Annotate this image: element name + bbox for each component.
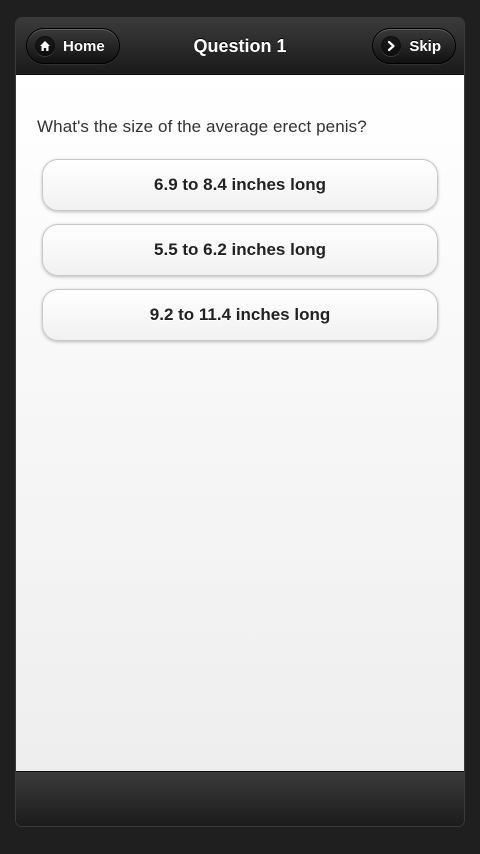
question-text: What's the size of the average erect pen… (37, 117, 367, 136)
answer-button[interactable]: 6.9 to 8.4 inches long (42, 159, 438, 211)
chevron-right-icon (381, 36, 402, 56)
answer-list: 6.9 to 8.4 inches long 5.5 to 6.2 inches… (42, 159, 438, 354)
page-title: Question 1 (193, 35, 287, 56)
header-bar: Home Question 1 Skip (16, 18, 464, 75)
home-icon (35, 36, 55, 56)
footer-bar (16, 771, 464, 826)
app-screen: Home Question 1 Skip What's the size of … (16, 18, 464, 826)
skip-button[interactable]: Skip (372, 28, 456, 64)
answer-button[interactable]: 9.2 to 11.4 inches long (42, 289, 438, 341)
quiz-content: What's the size of the average erect pen… (16, 75, 464, 772)
skip-button-label: Skip (409, 37, 441, 55)
answer-button[interactable]: 5.5 to 6.2 inches long (42, 224, 438, 276)
home-button-label: Home (63, 37, 105, 55)
home-button[interactable]: Home (26, 28, 120, 64)
